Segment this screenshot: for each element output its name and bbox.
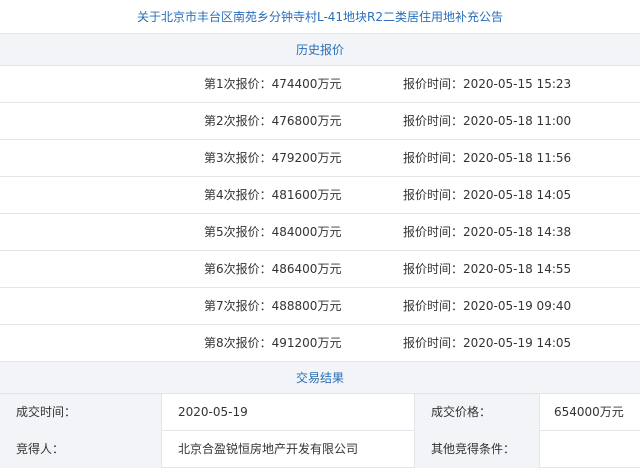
result-row-deal: 成交时间： 2020-05-19 成交价格： 654000万元	[0, 394, 640, 431]
bid-label: 第3次报价：479200万元	[204, 151, 342, 165]
bid-row: 第1次报价：474400万元 报价时间：2020-05-15 15:23	[0, 66, 640, 103]
bid-row: 第3次报价：479200万元 报价时间：2020-05-18 11:56	[0, 140, 640, 177]
result-row-winner: 竞得人： 北京合盈锐恒房地产开发有限公司 其他竞得条件：	[0, 431, 640, 468]
bid-time: 报价时间：2020-05-18 11:56	[403, 151, 572, 165]
bid-time: 报价时间：2020-05-15 15:23	[403, 77, 572, 91]
deal-time-value: 2020-05-19	[178, 405, 248, 419]
bid-label: 第2次报价：476800万元	[204, 114, 342, 128]
bid-row: 第2次报价：476800万元 报价时间：2020-05-18 11:00	[0, 103, 640, 140]
bid-label: 第6次报价：486400万元	[204, 262, 342, 276]
other-conditions-label: 其他竞得条件：	[414, 431, 540, 468]
bid-time: 报价时间：2020-05-18 14:55	[403, 262, 572, 276]
page: 关于北京市丰台区南苑乡分钟寺村L-41地块R2二类居住用地补充公告 历史报价 第…	[0, 0, 640, 468]
bid-time: 报价时间：2020-05-19 09:40	[403, 299, 572, 313]
result-header: 交易结果	[0, 362, 640, 394]
notice-title-link[interactable]: 关于北京市丰台区南苑乡分钟寺村L-41地块R2二类居住用地补充公告	[0, 0, 640, 34]
bid-label: 第1次报价：474400万元	[204, 77, 342, 91]
bid-label: 第7次报价：488800万元	[204, 299, 342, 313]
bid-time: 报价时间：2020-05-18 14:05	[403, 188, 572, 202]
bid-row: 第4次报价：481600万元 报价时间：2020-05-18 14:05	[0, 177, 640, 214]
deal-time-label: 成交时间：	[0, 394, 162, 431]
winner-label: 竞得人：	[0, 431, 162, 468]
bid-time: 报价时间：2020-05-19 14:05	[403, 336, 572, 350]
deal-price-label: 成交价格：	[414, 394, 540, 431]
winner-value: 北京合盈锐恒房地产开发有限公司	[178, 442, 359, 456]
deal-price-value: 654000万元	[554, 405, 624, 419]
bid-row: 第5次报价：484000万元 报价时间：2020-05-18 14:38	[0, 214, 640, 251]
bid-time: 报价时间：2020-05-18 11:00	[403, 114, 572, 128]
bid-time: 报价时间：2020-05-18 14:38	[403, 225, 572, 239]
bid-row: 第7次报价：488800万元 报价时间：2020-05-19 09:40	[0, 288, 640, 325]
bid-label: 第8次报价：491200万元	[204, 336, 342, 350]
bid-row: 第6次报价：486400万元 报价时间：2020-05-18 14:55	[0, 251, 640, 288]
history-header: 历史报价	[0, 34, 640, 66]
bid-label: 第4次报价：481600万元	[204, 188, 342, 202]
other-conditions-value	[540, 431, 640, 468]
bid-label: 第5次报价：484000万元	[204, 225, 342, 239]
bid-row: 第8次报价：491200万元 报价时间：2020-05-19 14:05	[0, 325, 640, 362]
